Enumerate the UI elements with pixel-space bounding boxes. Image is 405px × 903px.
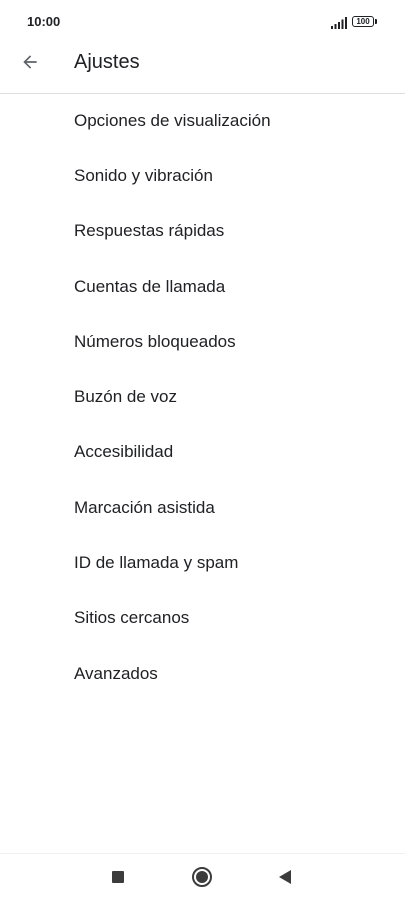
settings-item-quick-responses[interactable]: Respuestas rápidas [0,204,405,259]
battery-icon: 100 [352,16,374,27]
navigation-bar [0,853,405,903]
nav-back-button[interactable] [272,866,298,892]
battery-tip [375,19,377,24]
settings-item-advanced[interactable]: Avanzados [0,646,405,701]
settings-item-label: Avanzados [74,663,158,683]
settings-item-sound-vibration[interactable]: Sonido y vibración [0,148,405,203]
settings-item-assisted-dialing[interactable]: Marcación asistida [0,480,405,535]
home-button[interactable] [189,866,215,892]
settings-item-caller-id-spam[interactable]: ID de llamada y spam [0,535,405,590]
settings-item-display-options[interactable]: Opciones de visualización [0,93,405,148]
back-button[interactable] [12,46,48,82]
page-title: Ajustes [74,51,140,73]
settings-item-label: ID de llamada y spam [74,553,239,573]
settings-item-label: Accesibilidad [74,442,174,462]
status-time: 10:00 [27,14,61,29]
home-circle-icon [191,866,213,893]
settings-item-label: Sonido y vibración [74,165,213,185]
settings-item-calling-accounts[interactable]: Cuentas de llamada [0,259,405,314]
settings-item-label: Números bloqueados [74,331,236,351]
app-bar: Ajustes [0,44,405,94]
settings-item-label: Marcación asistida [74,497,215,517]
recents-button[interactable] [105,866,131,892]
settings-item-label: Respuestas rápidas [74,221,225,241]
settings-item-label: Cuentas de llamada [74,276,226,296]
settings-list: Opciones de visualización Sonido y vibra… [0,93,405,701]
settings-item-nearby-places[interactable]: Sitios cercanos [0,591,405,646]
recents-square-icon [111,870,125,889]
arrow-back-icon [20,52,40,77]
settings-item-label: Opciones de visualización [74,110,271,130]
settings-item-accessibility[interactable]: Accesibilidad [0,425,405,480]
signal-icon [331,16,347,29]
settings-item-blocked-numbers[interactable]: Números bloqueados [0,314,405,369]
settings-item-label: Buzón de voz [74,387,178,407]
back-triangle-icon [278,869,292,890]
settings-item-voicemail[interactable]: Buzón de voz [0,369,405,424]
settings-item-label: Sitios cercanos [74,608,190,628]
status-bar: 10:00 100 [0,0,405,44]
